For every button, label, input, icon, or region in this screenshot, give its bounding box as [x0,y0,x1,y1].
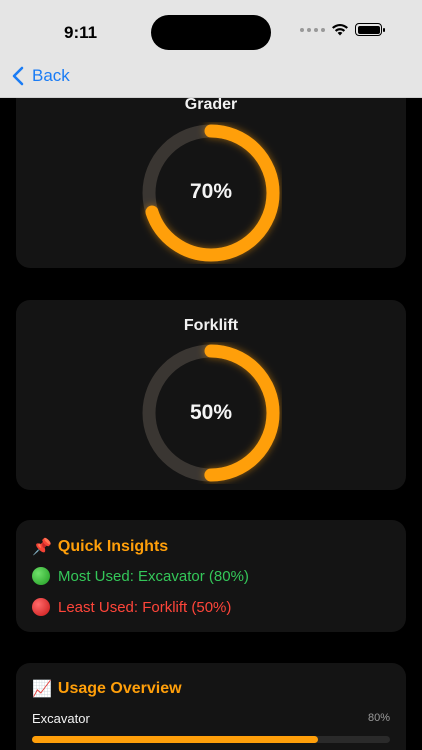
green-circle-icon [32,567,50,585]
back-label: Back [32,66,70,85]
least-used-row: Least Used: Forklift (50%) [32,598,231,616]
chart-increasing-icon: 📈 [32,681,52,698]
chevron-left-icon [12,66,24,86]
cellular-signal-icon [300,27,325,32]
usage-overview-card: 📈 Usage Overview Excavator 80% [16,663,406,750]
wifi-icon [332,24,348,36]
quick-insights-title-text: Quick Insights [57,538,169,555]
usage-overview-title: 📈 Usage Overview [32,679,182,699]
gauge-percent: 70% [189,180,233,203]
quick-insights-title: 📌 Quick Insights [32,537,168,557]
gauge-title: Forklift [183,317,239,334]
gauge-card-grader: Grader 70% [16,78,406,268]
least-used-text: Least Used: Forklift (50%) [58,598,232,616]
overview-item-label: Excavator [32,711,90,726]
most-used-text: Most Used: Excavator (80%) [58,567,249,585]
navigation-bar: 9:11 Back [0,0,422,98]
most-used-row: Most Used: Excavator (80%) [32,567,249,585]
overview-progress-fill [32,736,319,743]
gauge-title: Grader [184,96,238,113]
gauge-percent: 50% [189,401,233,424]
red-circle-icon [32,598,50,616]
status-icons [300,23,385,36]
gauge-card-forklift: Forklift 50% [16,300,406,490]
quick-insights-card: 📌 Quick Insights Most Used: Excavator (8… [16,520,406,632]
overview-progress-track [32,736,390,743]
battery-icon [355,23,385,36]
overview-item-percent: 80% [367,712,390,724]
pushpin-icon: 📌 [32,539,52,556]
back-button[interactable]: Back [12,66,70,86]
dynamic-island [151,15,271,50]
usage-overview-title-text: Usage Overview [57,680,182,697]
scroll-content[interactable]: Grader 70% Forklift 50% 📌 Quick Insights… [0,0,422,750]
status-time: 9:11 [64,23,98,42]
